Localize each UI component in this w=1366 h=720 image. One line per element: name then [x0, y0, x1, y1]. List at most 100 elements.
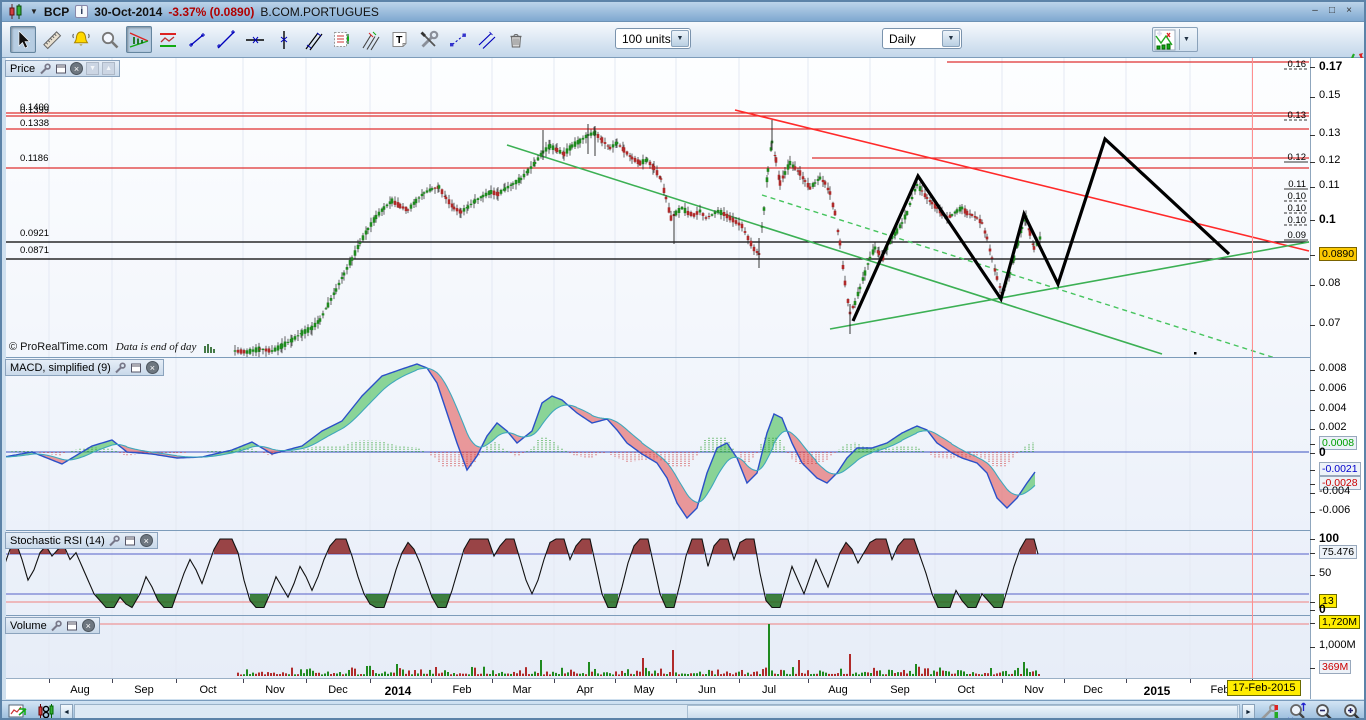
scroll-right-button[interactable]: ► [1242, 704, 1255, 718]
tool-parallel-line-button[interactable] [474, 26, 500, 53]
xaxis-label: Oct [957, 684, 975, 696]
tool-pitchfork-button[interactable] [358, 26, 384, 53]
panel-close-icon[interactable]: × [70, 62, 84, 75]
symbol-dropdown-caret[interactable]: ▼ [30, 7, 38, 16]
axis-tick [1310, 668, 1315, 669]
axis-value: 50 [1319, 567, 1332, 579]
drawing-toolbar: T [10, 26, 529, 53]
xaxis-tick [243, 679, 244, 683]
units-dropdown-caret-icon[interactable]: ▼ [671, 30, 689, 47]
scroll-left-button[interactable]: ◄ [60, 704, 73, 718]
period-dropdown-caret-icon[interactable]: ▼ [942, 30, 960, 47]
stoch-chart[interactable] [6, 530, 1310, 615]
new-chart-window-button[interactable] [6, 702, 30, 718]
candlestick-logo-icon [9, 4, 22, 19]
svg-text:0.11: 0.11 [1288, 179, 1306, 190]
tool-vertical-line-button[interactable] [271, 26, 297, 53]
tool-ruler-button[interactable] [39, 26, 65, 53]
chart-type-caret-icon[interactable]: ▼ [1180, 36, 1193, 43]
svg-text:0.12: 0.12 [1288, 152, 1307, 163]
tool-horizontal-line-button[interactable] [242, 26, 268, 53]
macd-chart[interactable] [6, 357, 1310, 530]
svg-text:0.09: 0.09 [1288, 230, 1307, 241]
price-chart[interactable]: 0.14000.13990.13380.11860.09210.08710.16… [6, 58, 1310, 357]
tool-fibonacci-retracement-button[interactable] [329, 26, 355, 53]
panel-settings-icon[interactable] [38, 62, 51, 75]
tool-delete-drawings-button[interactable] [503, 26, 529, 53]
quote-date: 30-Oct-2014 [94, 4, 163, 19]
zoom-out-icon [1316, 704, 1332, 718]
panel-close-icon[interactable]: × [81, 619, 95, 632]
display-settings-button[interactable] [1258, 702, 1282, 718]
panel-separator[interactable] [6, 357, 1310, 358]
tool-dotted-segment-button[interactable] [445, 26, 471, 53]
panel-close-icon[interactable]: × [145, 361, 159, 374]
tool-parallel-channel-button[interactable] [300, 26, 326, 53]
svg-text:0.10: 0.10 [1288, 203, 1307, 214]
axis-value: 100 [1319, 531, 1340, 545]
units-dropdown[interactable]: 100 units ▼ [615, 28, 691, 49]
close-button[interactable]: × [1342, 5, 1356, 18]
parallel-channel-icon [305, 32, 323, 50]
copyright-note: © ProRealTime.com Data is end of day [9, 341, 216, 353]
xaxis-strip[interactable]: Aug Sep Oct Nov Dec 2014 Feb Mar Apr May Jun Jul Aug… [6, 678, 1310, 699]
tool-support-resistance-button[interactable] [155, 26, 181, 53]
xaxis-label: Sep [890, 684, 910, 696]
info-icon[interactable]: i [75, 5, 89, 18]
horizontal-line-icon [246, 36, 264, 43]
xaxis-label: Sep [134, 684, 154, 696]
period-dropdown[interactable]: Daily ▼ [882, 28, 962, 49]
axis-value-tag: 0.0890 [1319, 247, 1358, 261]
scrollbar-thumb[interactable] [687, 705, 1238, 718]
tool-trendline-button[interactable] [213, 26, 239, 53]
new-chart-icon [8, 704, 27, 718]
panel-detach-icon[interactable] [54, 62, 67, 75]
price-panel-header: Price × ▼ ▲ [5, 60, 121, 77]
xaxis-tick [1126, 679, 1127, 683]
xaxis-tick [1002, 679, 1003, 683]
zoom-in-button[interactable] [1340, 702, 1364, 718]
ruler-icon [43, 30, 62, 49]
support-resistance-icon [160, 32, 176, 47]
xaxis-tick [1064, 679, 1065, 683]
tool-zoom-magnifier-button[interactable] [97, 26, 123, 53]
chart-type-icon [1154, 29, 1176, 50]
svg-text:T: T [396, 34, 403, 46]
tool-alarm-bell-button[interactable] [68, 26, 94, 53]
zoom-out-button[interactable] [1312, 702, 1336, 718]
axis-tick [1310, 453, 1315, 454]
right-axis[interactable]: 0.17 0.15 0.13 0.12 0.11 0.1 0.0890 0.08 0.07 0.0… [1310, 58, 1364, 699]
macd-panel-header: MACD, simplified (9) × [5, 359, 164, 376]
chart-type-button[interactable]: ▼ [1152, 27, 1198, 52]
zoom-range-icon [1287, 702, 1306, 718]
tool-drawing-tools-button[interactable] [416, 26, 442, 53]
zoom-magnifier-icon [101, 31, 119, 48]
xaxis-label: Nov [1024, 684, 1044, 696]
panel-close-icon[interactable]: × [139, 534, 153, 547]
panel-detach-icon[interactable] [130, 361, 143, 374]
panel-move-down-icon: ▼ [86, 62, 100, 75]
xaxis-label: Jul [761, 684, 777, 696]
link-chart-button[interactable] [34, 702, 58, 718]
axis-tick [1310, 539, 1315, 540]
panel-detach-icon[interactable] [66, 619, 79, 632]
volume-chart[interactable] [6, 615, 1310, 678]
minimize-button[interactable]: – [1308, 5, 1322, 18]
tool-segment-button[interactable] [184, 26, 210, 53]
panel-settings-icon[interactable] [108, 534, 121, 547]
panel-settings-icon[interactable] [50, 619, 63, 632]
zoom-range-button[interactable] [1284, 702, 1308, 718]
scrollbar-track[interactable] [74, 704, 1240, 718]
restore-button[interactable]: □ [1325, 5, 1339, 18]
date-cursor-line[interactable] [1252, 58, 1253, 678]
tool-text-note-button[interactable]: T [387, 26, 413, 53]
panel-detach-icon[interactable] [124, 534, 137, 547]
panel-settings-icon[interactable] [114, 361, 127, 374]
panel-separator[interactable] [6, 530, 1310, 531]
tool-select-cursor-button[interactable] [10, 26, 36, 53]
tool-pattern-detector-button[interactable] [126, 26, 152, 53]
panel-separator[interactable] [6, 615, 1310, 616]
svg-text:0.16: 0.16 [1288, 59, 1307, 70]
axis-tick [1310, 285, 1315, 286]
xaxis-tick [49, 679, 50, 683]
